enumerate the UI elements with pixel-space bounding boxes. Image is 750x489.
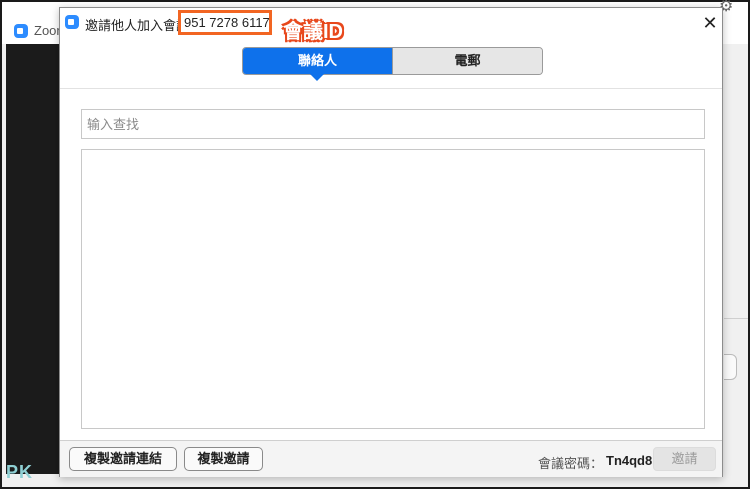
copy-invite-link-button[interactable]: 複製邀請連結 <box>69 447 177 471</box>
meeting-id-highlight: 951 7278 6117 <box>178 10 272 35</box>
zoom-app-icon <box>65 15 79 29</box>
copy-invitation-button[interactable]: 複製邀請 <box>184 447 263 471</box>
invite-button[interactable]: 邀請 <box>653 447 716 471</box>
zoom-app-icon <box>14 24 28 38</box>
tab-email[interactable]: 電郵 <box>392 48 542 74</box>
contact-list[interactable] <box>81 149 705 429</box>
background-video-area <box>6 44 62 474</box>
tab-bar: 聯絡人 電郵 <box>242 47 543 81</box>
invite-dialog: 邀請他人加入會議 951 7278 6117 會議ID ✕ 聯絡人 電郵 複製邀… <box>59 7 723 477</box>
meeting-password-value: Tn4qd8 <box>606 453 653 468</box>
dialog-footer: 複製邀請連結 複製邀請 會議密碼： Tn4qd8 邀請 <box>60 441 722 477</box>
background-scroll-control[interactable] <box>724 354 737 380</box>
meeting-password-label: 會議密碼： <box>538 456 604 471</box>
dialog-titlebar: 邀請他人加入會議 951 7278 6117 會議ID ✕ <box>60 8 722 43</box>
background-divider <box>724 318 748 319</box>
active-tab-pointer <box>310 74 324 81</box>
tab-contacts[interactable]: 聯絡人 <box>243 48 392 74</box>
dialog-title: 邀請他人加入會議 <box>85 18 190 33</box>
header-divider <box>60 88 722 89</box>
background-side-panel <box>724 44 748 474</box>
search-input[interactable] <box>81 109 705 139</box>
close-icon[interactable]: ✕ <box>700 13 720 33</box>
meeting-id-annotation: 會議ID <box>283 21 343 43</box>
watermark-logo: PK <box>6 462 34 482</box>
